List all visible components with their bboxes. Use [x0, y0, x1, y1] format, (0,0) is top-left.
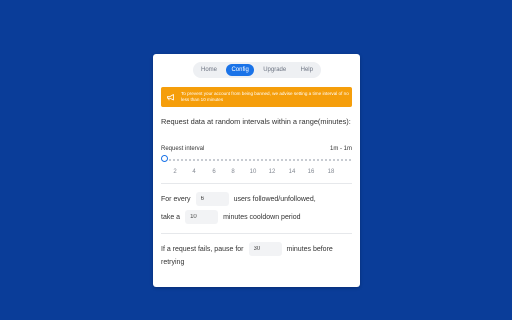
- slider-label: Request interval: [161, 146, 205, 152]
- cooldown-prefix: For every: [161, 195, 191, 203]
- slider-tick: 16: [307, 169, 315, 175]
- divider: [161, 183, 352, 184]
- nav-tabs: Home Config Upgrade Help: [193, 62, 321, 78]
- tab-upgrade[interactable]: Upgrade: [258, 64, 291, 76]
- cooldown-minutes-row: take a minutes cooldown period: [161, 210, 301, 224]
- interval-heading: Request data at random intervals within …: [161, 117, 351, 126]
- warning-banner: To prevent your account from being banne…: [161, 87, 352, 107]
- config-panel: Home Config Upgrade Help To prevent your…: [153, 54, 360, 287]
- cooldown-users-row: For every users followed/unfollowed,: [161, 192, 316, 206]
- slider-ticks: 2 4 6 8 10 12 14 16 18: [171, 169, 356, 177]
- tab-home[interactable]: Home: [196, 64, 222, 76]
- take-prefix: take a: [161, 213, 181, 221]
- interval-slider-track[interactable]: [165, 159, 351, 161]
- slider-tick: 4: [192, 169, 196, 175]
- slider-value: 1m - 1m: [329, 146, 352, 152]
- pause-minutes-input[interactable]: [248, 242, 282, 256]
- divider: [161, 233, 352, 234]
- failure-row: If a request fails, pause for minutes be…: [161, 242, 333, 256]
- slider-tick: 10: [249, 169, 257, 175]
- slider-tick: 2: [173, 169, 177, 175]
- failure-suffix-2: retrying: [161, 259, 185, 266]
- cooldown-suffix: minutes cooldown period: [223, 213, 301, 221]
- megaphone-icon: [165, 92, 176, 103]
- slider-tick: 14: [288, 169, 296, 175]
- tab-config[interactable]: Config: [226, 64, 254, 76]
- tab-help[interactable]: Help: [296, 64, 318, 76]
- slider-tick: 8: [231, 169, 235, 175]
- failure-prefix: If a request fails, pause for: [161, 245, 244, 253]
- slider-tick: 18: [327, 169, 335, 175]
- cooldown-minutes-input[interactable]: [185, 210, 219, 224]
- users-count-input[interactable]: [195, 192, 229, 206]
- failure-row-cont: retrying: [161, 259, 184, 266]
- slider-tick: 6: [212, 169, 216, 175]
- slider-tick: 12: [268, 169, 276, 175]
- warning-text: To prevent your account from being banne…: [181, 91, 349, 102]
- users-suffix: users followed/unfollowed,: [233, 195, 316, 203]
- failure-suffix: minutes before: [286, 245, 333, 253]
- interval-slider-thumb[interactable]: [161, 155, 168, 162]
